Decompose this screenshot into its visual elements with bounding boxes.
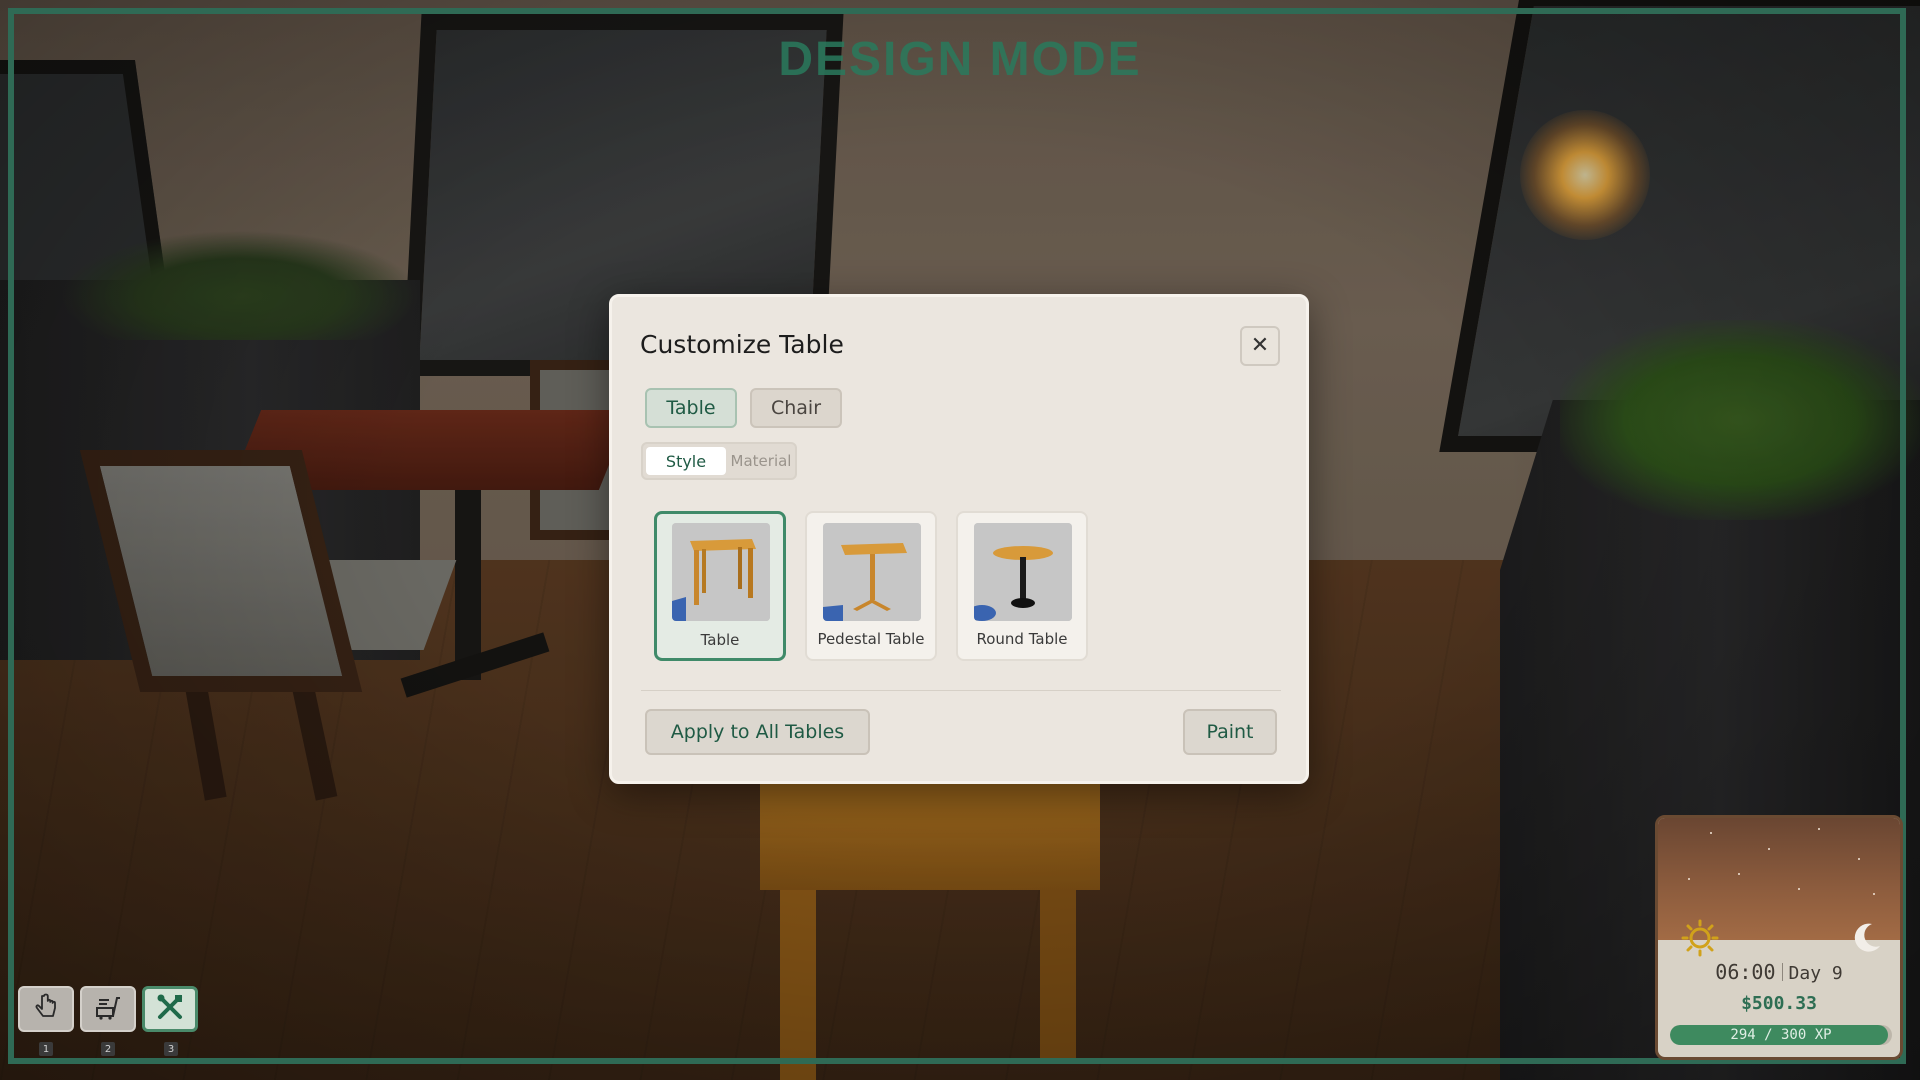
hotbar-slot-shop[interactable] [80,986,136,1032]
option-label: Round Table [976,630,1068,648]
tab-table[interactable]: Table [645,388,737,428]
customize-dialog: Customize Table ✕ Table Chair Style Mate… [609,294,1309,784]
status-hud: 06:00 Day 9 $500.33 294 / 300 XP [1655,815,1903,1060]
option-label: Pedestal Table [817,630,925,648]
subtab-style[interactable]: Style [646,447,726,475]
money-display: $500.33 [1741,993,1817,1014]
paint-button[interactable]: Paint [1183,709,1277,755]
style-option-round-table[interactable]: Round Table [956,511,1088,661]
close-button[interactable]: ✕ [1240,326,1280,366]
hand-pointer-icon [31,992,61,1026]
subtab-group: Style Material [641,442,797,480]
design-tools-icon [155,992,185,1026]
moon-icon [1846,918,1886,958]
star [1858,858,1860,860]
time-display: 06:00 [1715,960,1776,984]
table-thumbnail [672,523,770,621]
option-label: Table [700,631,740,649]
hotbar-slot-design[interactable] [142,986,198,1032]
style-option-table[interactable]: Table [654,511,786,661]
hotkey-label: 1 [39,1042,53,1056]
subtab-material[interactable]: Material [729,447,793,475]
clock: 06:00 Day 9 [1658,960,1900,984]
star [1738,873,1740,875]
tab-chair[interactable]: Chair [750,388,842,428]
star [1710,832,1712,834]
star [1818,828,1820,830]
star [1688,878,1690,880]
xp-text: 294 / 300 XP [1730,1027,1832,1043]
star [1798,888,1800,890]
separator [1781,963,1783,981]
hotbar-slot-interact[interactable] [18,986,74,1032]
star [1873,893,1875,895]
close-icon: ✕ [1250,333,1270,358]
style-option-pedestal-table[interactable]: Pedestal Table [805,511,937,661]
day-display: Day 9 [1788,963,1843,984]
sun-icon [1680,918,1720,958]
pedestal-table-thumbnail [823,523,921,621]
dialog-title: Customize Table [640,330,844,359]
hotkey-label: 3 [164,1042,178,1056]
apply-to-all-button[interactable]: Apply to All Tables [645,709,870,755]
star [1768,848,1770,850]
round-table-thumbnail [974,523,1072,621]
mode-title: DESIGN MODE [778,33,1142,86]
divider [641,690,1281,691]
cart-icon [93,992,123,1026]
xp-bar: 294 / 300 XP [1670,1025,1892,1045]
hotkey-label: 2 [101,1042,115,1056]
